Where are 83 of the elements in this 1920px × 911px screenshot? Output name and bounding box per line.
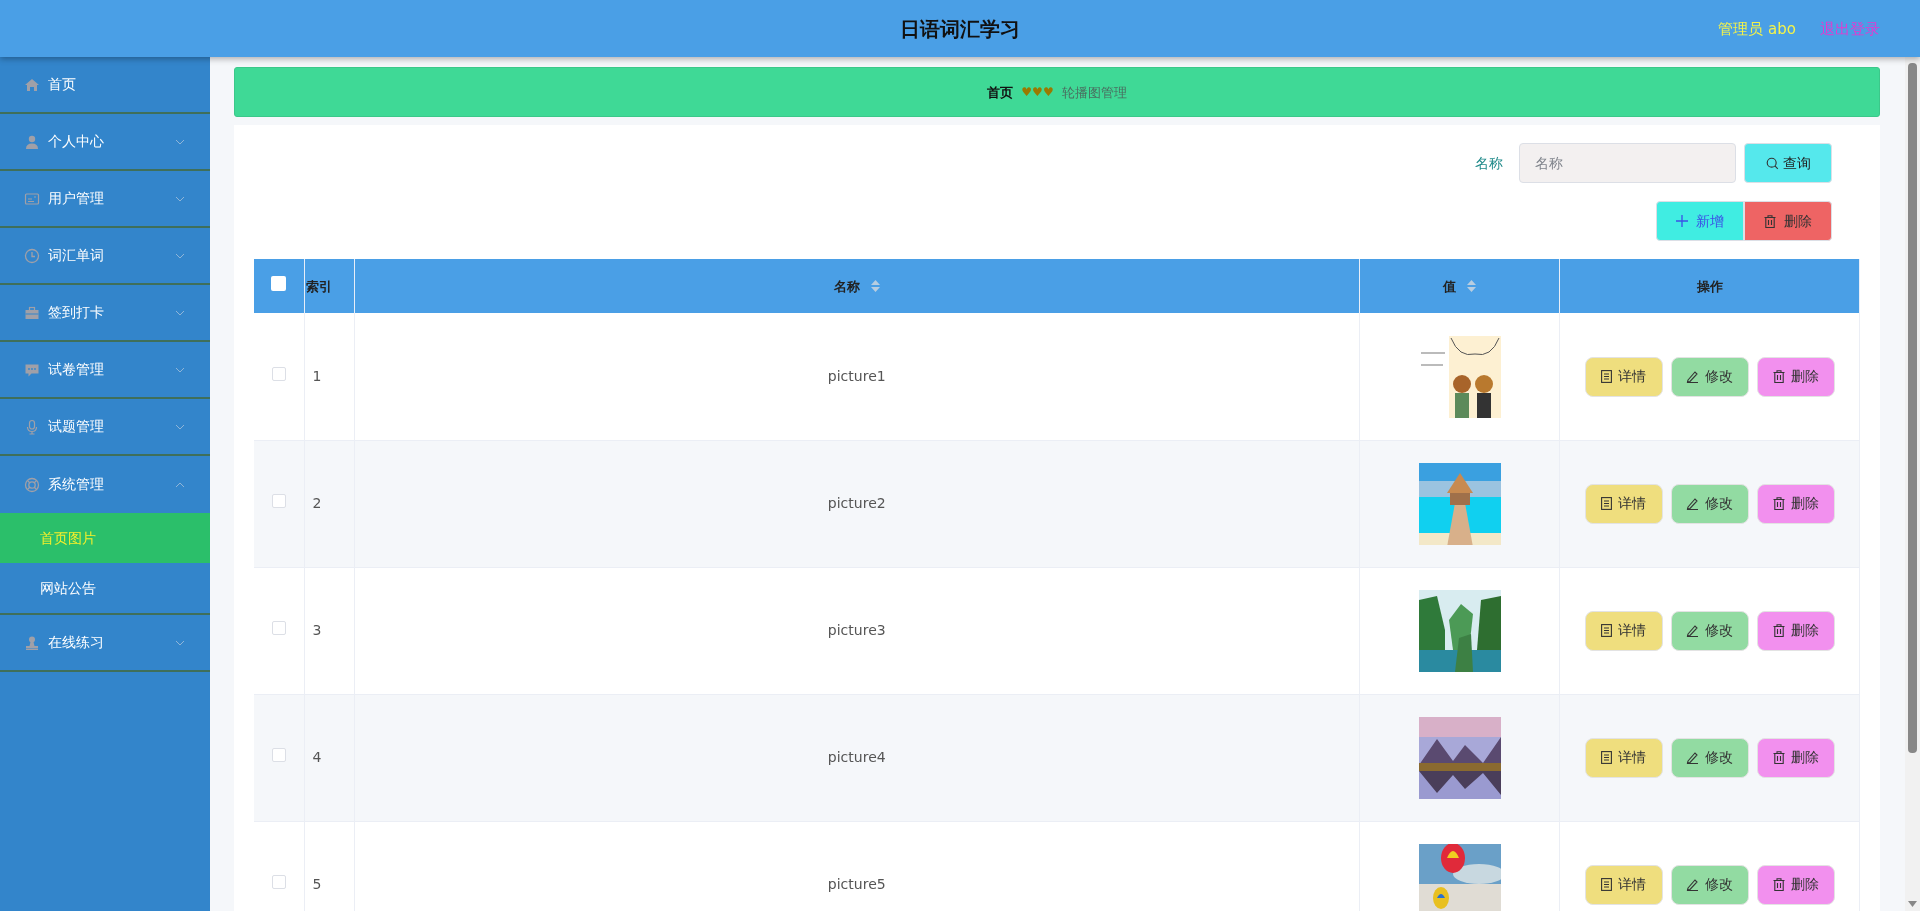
scrollbar[interactable] <box>1905 57 1920 911</box>
search-field[interactable]: 名称 <box>1519 143 1736 184</box>
pencil-icon <box>1686 751 1699 765</box>
document-icon <box>1601 624 1612 638</box>
table-cell: 5 <box>312 876 322 893</box>
trash-icon <box>1772 751 1785 765</box>
add-button[interactable]: 新增 <box>1656 201 1744 242</box>
home-icon <box>24 76 40 93</box>
delete-button[interactable]: 删除 <box>1756 610 1835 651</box>
details-button[interactable]: 详情 <box>1584 356 1663 397</box>
sidebar-item[interactable]: 试卷管理 <box>0 342 210 400</box>
briefcase-icon <box>24 304 40 321</box>
sidebar-item[interactable]: 首页 <box>0 57 210 115</box>
clock-icon <box>24 247 40 264</box>
row-checkbox[interactable] <box>271 367 286 382</box>
column-header[interactable]: 操作 <box>1559 259 1860 314</box>
pencil-icon <box>1686 624 1699 638</box>
delete-button[interactable]: 删除 <box>1756 356 1835 397</box>
table-cell: picture3 <box>827 622 886 639</box>
stamp-icon <box>24 634 40 651</box>
table-cell: 3 <box>312 622 322 639</box>
trash-icon <box>1772 497 1785 511</box>
delete-button[interactable]: 删除 <box>1744 201 1832 242</box>
app-title: 日语词汇学习 <box>900 15 1020 43</box>
column-header[interactable]: 名称 <box>354 259 1360 314</box>
sidebar-item[interactable]: 个人中心 <box>0 114 210 172</box>
column-header[interactable]: 索引 <box>304 259 354 314</box>
row-checkbox[interactable] <box>271 621 286 636</box>
breadcrumb-separator: ♥♥♥ <box>1021 84 1054 102</box>
edit-button[interactable]: 修改 <box>1670 483 1749 524</box>
sidebar-subitem[interactable]: 网站公告 <box>0 563 210 614</box>
microphone-icon <box>24 418 40 435</box>
row-checkbox[interactable] <box>271 494 286 509</box>
user-name: 管理员 abo <box>1718 19 1796 40</box>
trash-icon <box>1772 370 1785 384</box>
table-cell: picture2 <box>827 495 886 512</box>
edit-button[interactable]: 修改 <box>1670 737 1749 778</box>
edit-button[interactable]: 修改 <box>1670 356 1749 397</box>
edit-button[interactable]: 修改 <box>1670 610 1749 651</box>
search-icon <box>1765 156 1779 170</box>
table-cell: 1 <box>312 368 322 385</box>
sidebar-item[interactable]: 用户管理 <box>0 171 210 229</box>
pencil-icon <box>1686 878 1699 892</box>
trash-icon <box>1772 624 1785 638</box>
user-icon <box>24 133 40 150</box>
table-cell: picture5 <box>827 876 886 893</box>
sidebar-item[interactable]: 词汇单词 <box>0 228 210 286</box>
delete-button[interactable]: 删除 <box>1756 864 1835 905</box>
search-button[interactable]: 查询 <box>1744 143 1832 184</box>
breadcrumb-current: 轮播图管理 <box>1061 83 1127 102</box>
sidebar-item[interactable]: 试题管理 <box>0 399 210 457</box>
table-cell: 2 <box>312 495 322 512</box>
column-header[interactable]: 值 <box>1359 259 1560 314</box>
pencil-icon <box>1686 370 1699 384</box>
document-icon <box>1601 878 1612 892</box>
row-checkbox[interactable] <box>271 875 286 890</box>
trash-icon <box>1764 214 1776 228</box>
delete-button[interactable]: 删除 <box>1756 737 1835 778</box>
details-button[interactable]: 详情 <box>1584 610 1663 651</box>
document-icon <box>1601 751 1612 765</box>
scroll-down-icon[interactable] <box>1908 901 1917 907</box>
details-button[interactable]: 详情 <box>1584 737 1663 778</box>
document-icon <box>1601 370 1612 384</box>
table-cell: picture1 <box>827 368 886 385</box>
details-button[interactable]: 详情 <box>1584 864 1663 905</box>
document-icon <box>1601 497 1612 511</box>
lifebuoy-icon <box>24 476 40 493</box>
trash-icon <box>1772 878 1785 892</box>
table-cell: picture4 <box>827 749 886 766</box>
pencil-icon <box>1686 497 1699 511</box>
plus-icon <box>1676 215 1688 228</box>
table-cell: 4 <box>312 749 322 766</box>
sidebar-item[interactable]: 在线练习 <box>0 615 210 673</box>
edit-button[interactable]: 修改 <box>1670 864 1749 905</box>
select-all-checkbox[interactable] <box>271 276 287 292</box>
row-checkbox[interactable] <box>271 748 286 763</box>
delete-button[interactable]: 删除 <box>1756 483 1835 524</box>
details-button[interactable]: 详情 <box>1584 483 1663 524</box>
breadcrumb-link[interactable]: 首页 <box>987 82 1014 103</box>
id-card-icon <box>24 190 40 207</box>
field-label: 名称 <box>1475 153 1503 173</box>
sidebar-item[interactable]: 系统管理 <box>0 456 210 514</box>
sidebar-item[interactable]: 签到打卡 <box>0 285 210 343</box>
